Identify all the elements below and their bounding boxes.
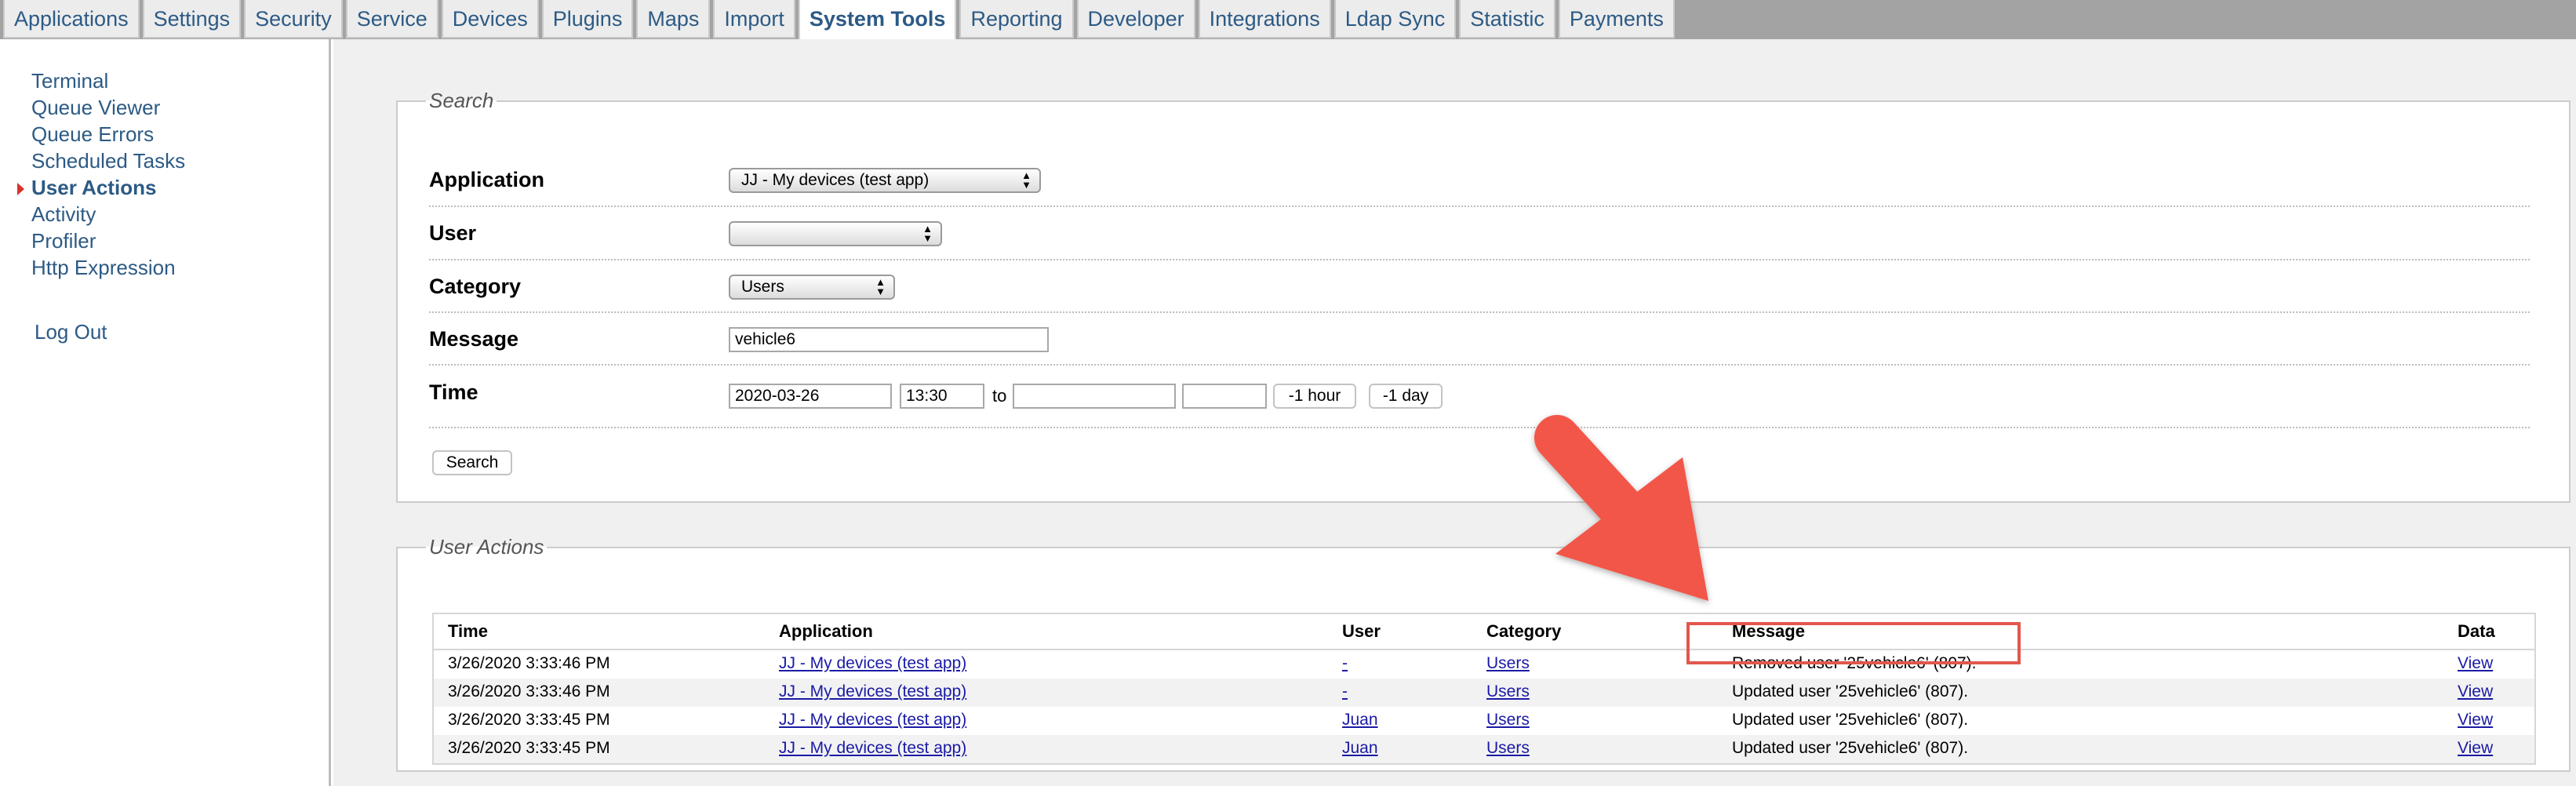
user-link[interactable]: Juan [1342, 711, 1378, 730]
divider [429, 206, 2530, 207]
table-row: 3/26/2020 3:33:45 PM JJ - My devices (te… [434, 735, 2534, 763]
tab-maps[interactable]: Maps [636, 0, 711, 38]
table-row: 3/26/2020 3:33:45 PM JJ - My devices (te… [434, 707, 2534, 735]
select-arrows-icon: ▲ ▼ [1021, 169, 1031, 191]
time-cell: 3/26/2020 3:33:45 PM [448, 739, 610, 757]
sidebar-item-profiler[interactable]: Profiler [31, 229, 96, 253]
message-cell: Updated user '25vehicle6' (807). [1732, 682, 1969, 700]
logout-link[interactable]: Log Out [35, 320, 107, 344]
category-link[interactable]: Users [1486, 654, 1530, 673]
user-label: User [429, 221, 477, 245]
sidebar-item-http-expression[interactable]: Http Expression [31, 256, 176, 280]
divider [429, 427, 2530, 428]
tab-plugins[interactable]: Plugins [541, 0, 634, 38]
message-label: Message [429, 327, 519, 351]
user-actions-panel: User Actions Time Application User Categ… [396, 535, 2571, 772]
tab-import[interactable]: Import [713, 0, 795, 38]
search-panel-legend: Search [429, 89, 494, 112]
sidebar-item-queue-errors[interactable]: Queue Errors [31, 122, 154, 147]
tab-settings[interactable]: Settings [142, 0, 242, 38]
to-date-input[interactable] [1013, 384, 1176, 409]
time-cell: 3/26/2020 3:33:46 PM [448, 682, 610, 700]
application-select[interactable]: JJ - My devices (test app) ▲ ▼ [729, 168, 1041, 193]
tab-list: Applications Settings Security Service D… [3, 0, 1678, 41]
application-link[interactable]: JJ - My devices (test app) [779, 711, 966, 730]
view-link[interactable]: View [2458, 739, 2493, 758]
user-link[interactable]: - [1342, 654, 1348, 673]
table-header: Time Application User Category Message D… [434, 614, 2534, 650]
sidebar-item-terminal[interactable]: Terminal [31, 69, 108, 93]
search-panel: Search Application JJ - My devices (test… [396, 89, 2571, 503]
user-select[interactable]: ▲ ▼ [729, 221, 942, 246]
application-label: Application [429, 168, 544, 191]
category-select[interactable]: Users ▲ ▼ [729, 275, 895, 300]
category-link[interactable]: Users [1486, 682, 1530, 701]
table-row: 3/26/2020 3:33:46 PM JJ - My devices (te… [434, 650, 2534, 679]
column-header-message: Message [1732, 621, 1805, 641]
search-button[interactable]: Search [432, 450, 512, 475]
from-date-input[interactable]: 2020-03-26 [729, 384, 892, 409]
divider [429, 259, 2530, 260]
sidebar-item-scheduled-tasks[interactable]: Scheduled Tasks [31, 149, 185, 173]
sidebar-item-activity[interactable]: Activity [31, 202, 96, 227]
application-link[interactable]: JJ - My devices (test app) [779, 739, 966, 758]
active-item-arrow-icon [17, 183, 24, 195]
divider [429, 364, 2530, 366]
column-header-time: Time [448, 621, 488, 641]
time-label: Time [429, 380, 478, 404]
category-select-value: Users [741, 278, 784, 296]
tab-service[interactable]: Service [345, 0, 438, 38]
time-to-label: to [992, 386, 1007, 406]
user-link[interactable]: - [1342, 682, 1348, 701]
minus-one-day-button[interactable]: -1 day [1369, 384, 1443, 409]
select-arrows-icon: ▲ ▼ [922, 223, 933, 244]
tab-applications[interactable]: Applications [3, 0, 140, 38]
message-cell: Removed user '25vehicle6' (807). [1732, 654, 1977, 672]
sidebar: Terminal Queue Viewer Queue Errors Sched… [0, 39, 331, 786]
category-label: Category [429, 275, 522, 298]
view-link[interactable]: View [2458, 682, 2493, 701]
top-tab-bar: Applications Settings Security Service D… [0, 0, 2576, 41]
tab-reporting[interactable]: Reporting [959, 0, 1074, 38]
column-header-user: User [1342, 621, 1381, 641]
tab-developer[interactable]: Developer [1076, 0, 1195, 38]
tab-ldap-sync[interactable]: Ldap Sync [1333, 0, 1457, 38]
message-cell: Updated user '25vehicle6' (807). [1732, 739, 1969, 757]
tab-payments[interactable]: Payments [1558, 0, 1675, 38]
tab-security[interactable]: Security [244, 0, 343, 38]
divider [429, 311, 2530, 313]
column-header-category: Category [1486, 621, 1562, 641]
column-header-application: Application [779, 621, 873, 641]
tab-statistic[interactable]: Statistic [1459, 0, 1555, 38]
main-content: Search Application JJ - My devices (test… [333, 39, 2576, 786]
from-time-input[interactable]: 13:30 [900, 384, 984, 409]
time-cell: 3/26/2020 3:33:46 PM [448, 654, 610, 672]
user-actions-legend: User Actions [429, 535, 544, 559]
view-link[interactable]: View [2458, 711, 2493, 730]
category-link[interactable]: Users [1486, 711, 1530, 730]
user-link[interactable]: Juan [1342, 739, 1378, 758]
application-select-value: JJ - My devices (test app) [741, 171, 930, 189]
application-link[interactable]: JJ - My devices (test app) [779, 682, 966, 701]
application-link[interactable]: JJ - My devices (test app) [779, 654, 966, 673]
sidebar-item-queue-viewer[interactable]: Queue Viewer [31, 96, 160, 120]
tab-devices[interactable]: Devices [441, 0, 539, 38]
table-row: 3/26/2020 3:33:46 PM JJ - My devices (te… [434, 679, 2534, 707]
view-link[interactable]: View [2458, 654, 2493, 673]
minus-one-hour-button[interactable]: -1 hour [1273, 384, 1356, 409]
to-time-input[interactable] [1182, 384, 1267, 409]
category-link[interactable]: Users [1486, 739, 1530, 758]
tab-system-tools[interactable]: System Tools [798, 0, 957, 41]
sidebar-item-user-actions[interactable]: User Actions [31, 176, 156, 200]
select-arrows-icon: ▲ ▼ [875, 276, 886, 297]
message-cell: Updated user '25vehicle6' (807). [1732, 711, 1969, 729]
tab-integrations[interactable]: Integrations [1198, 0, 1331, 38]
time-cell: 3/26/2020 3:33:45 PM [448, 711, 610, 729]
column-header-data: Data [2458, 621, 2495, 641]
message-input[interactable]: vehicle6 [729, 327, 1049, 352]
user-actions-table: Time Application User Category Message D… [432, 613, 2536, 765]
